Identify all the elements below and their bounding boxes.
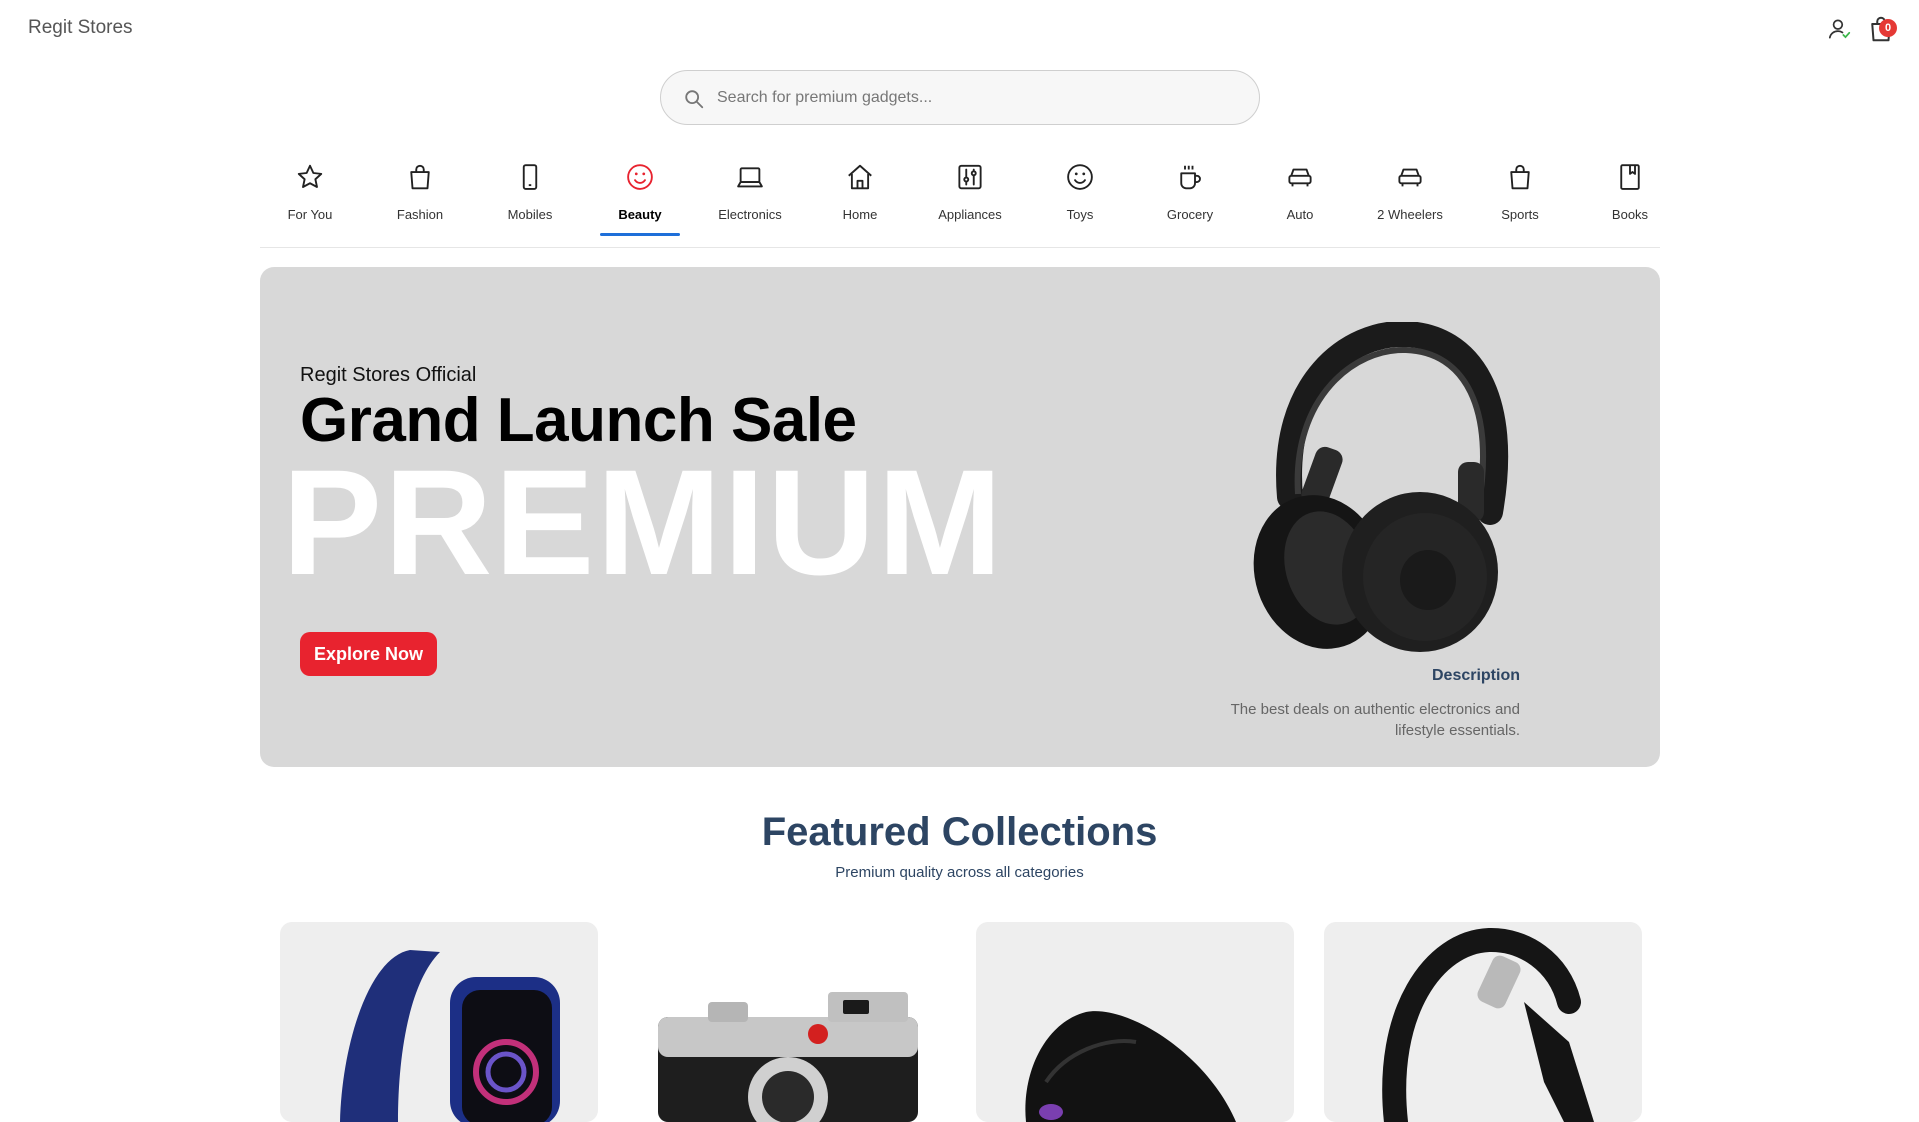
- smile-icon: [627, 164, 653, 190]
- category-label: Electronics: [718, 207, 782, 222]
- search-bar: [660, 70, 1260, 125]
- top-bar: Regit Stores 0: [0, 0, 1919, 60]
- category-label: Grocery: [1166, 207, 1214, 222]
- category-label: Beauty: [618, 207, 662, 222]
- hero-description: The best deals on authentic electronics …: [1230, 701, 1520, 739]
- featured-card-earbuds[interactable]: [976, 922, 1294, 1122]
- category-books[interactable]: Books: [1580, 150, 1680, 236]
- car-icon: [1288, 168, 1312, 187]
- category-label: Fashion: [396, 207, 444, 222]
- featured-subtitle: Premium quality across all categories: [835, 864, 1084, 881]
- featured-card-camera[interactable]: [628, 922, 946, 1122]
- category-label: Toys: [1066, 207, 1094, 222]
- category-appliances[interactable]: Appliances: [920, 150, 1020, 236]
- hero-kicker: Regit Stores Official: [300, 364, 477, 386]
- smile-icon: [1067, 164, 1093, 190]
- camera-image: [658, 992, 918, 1122]
- category-grocery[interactable]: Grocery: [1140, 150, 1240, 236]
- category-label: Auto: [1286, 207, 1314, 222]
- category-beauty[interactable]: Beauty: [590, 150, 690, 236]
- category-mobiles[interactable]: Mobiles: [480, 150, 580, 236]
- headphones-image: [1253, 322, 1509, 652]
- category-sports[interactable]: Sports: [1470, 150, 1570, 236]
- sliders-icon: [958, 164, 982, 190]
- shopping-bag-icon: [410, 164, 430, 190]
- category-label: Mobiles: [507, 207, 553, 222]
- category-fashion[interactable]: Fashion: [370, 150, 470, 236]
- category-label: Sports: [1501, 207, 1539, 222]
- coffee-icon: [1180, 165, 1201, 190]
- brand-logo[interactable]: Regit Stores: [28, 17, 133, 39]
- search-input[interactable]: [717, 71, 1237, 124]
- category-label: Appliances: [938, 207, 1002, 222]
- search-icon[interactable]: [683, 88, 705, 110]
- category-label: 2 Wheelers: [1377, 207, 1443, 222]
- star-icon: [297, 164, 323, 188]
- phone-icon: [522, 164, 538, 190]
- smartwatch-image: [340, 950, 560, 1122]
- book-icon: [1620, 164, 1640, 190]
- featured-title: Featured Collections: [761, 810, 1158, 854]
- category-nav: For You Fashion Mobiles Beauty Electroni…: [260, 150, 1660, 248]
- category-toys[interactable]: Toys: [1030, 150, 1130, 236]
- category-electronics[interactable]: Electronics: [700, 150, 800, 236]
- hero-banner: Regit Stores Official Grand Launch Sale …: [260, 267, 1660, 767]
- category-label: Books: [1611, 207, 1649, 222]
- earbuds-case-image: [1025, 1011, 1236, 1122]
- featured-card-headphones[interactable]: [1324, 922, 1642, 1122]
- category-2-wheelers[interactable]: 2 Wheelers: [1360, 150, 1460, 236]
- hero-description-title: Description: [1431, 667, 1520, 684]
- laptop-icon: [737, 167, 763, 188]
- home-icon: [848, 164, 872, 190]
- category-home[interactable]: Home: [810, 150, 910, 236]
- category-label: Home: [842, 207, 878, 222]
- headphones-image: [1382, 928, 1594, 1122]
- category-label: For You: [287, 207, 333, 222]
- hero-big-text: PREMIUM: [282, 438, 1005, 606]
- shopping-bag-icon: [1510, 164, 1530, 190]
- cart-count-badge: 0: [1879, 19, 1897, 37]
- featured-card-smartwatch[interactable]: [280, 922, 598, 1122]
- explore-now-button[interactable]: Explore Now: [300, 632, 437, 676]
- category-for-you[interactable]: For You: [260, 150, 360, 236]
- user-icon[interactable]: [1826, 16, 1852, 42]
- car-icon: [1398, 168, 1422, 187]
- category-auto[interactable]: Auto: [1250, 150, 1350, 236]
